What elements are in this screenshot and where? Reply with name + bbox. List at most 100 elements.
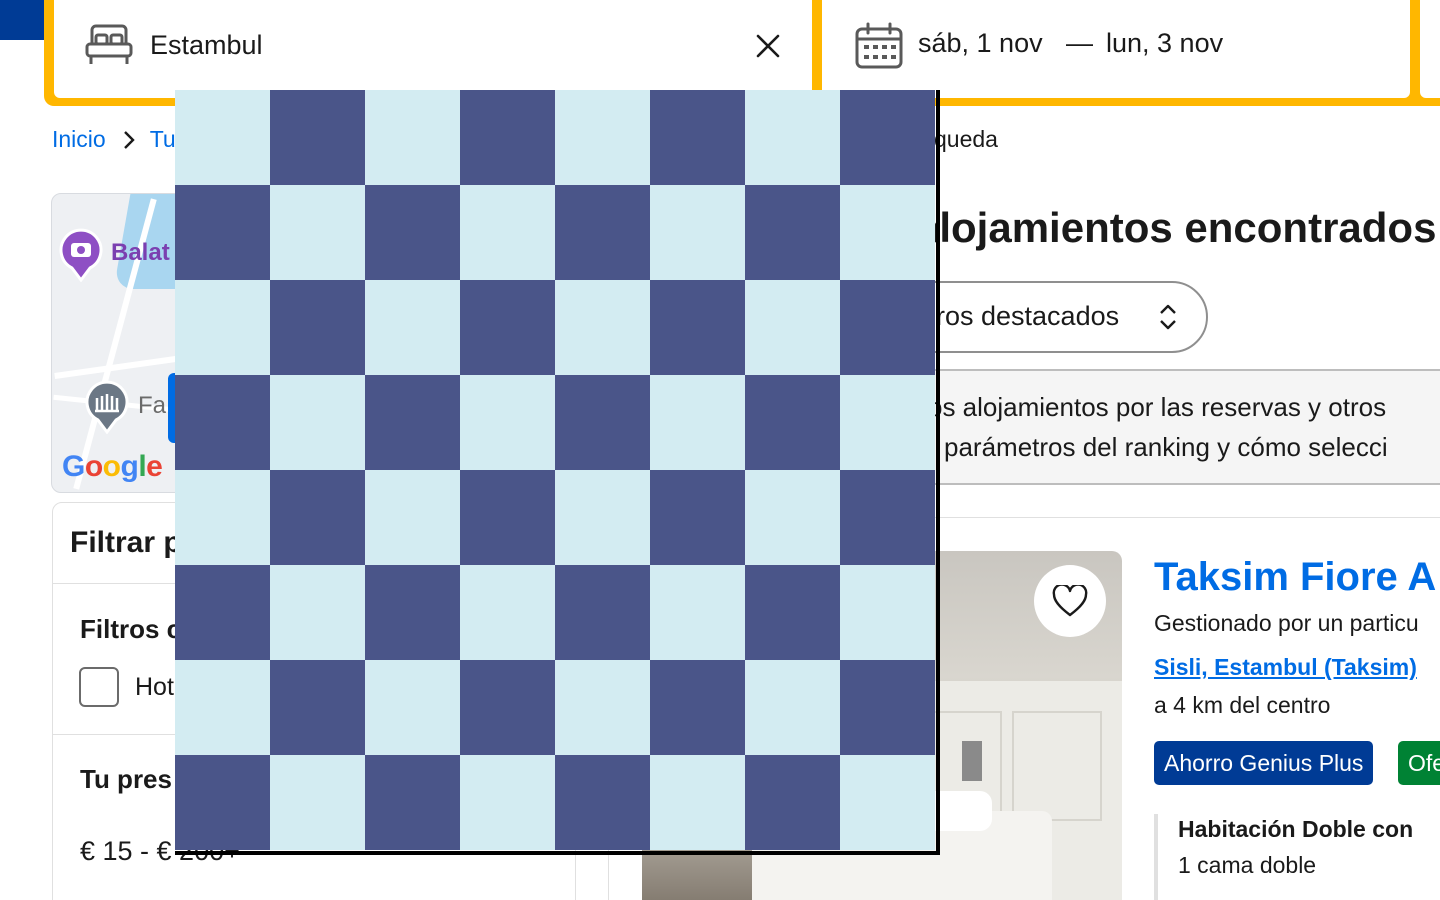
- breadcrumb-country[interactable]: Tu: [150, 126, 176, 153]
- calendar-icon: [855, 22, 903, 69]
- checker-square: [840, 470, 935, 565]
- checker-square: [555, 90, 650, 185]
- destination-value: Estambul: [150, 30, 263, 60]
- divider: [900, 517, 1440, 518]
- checker-square: [650, 565, 745, 660]
- checkin-date: sáb, 1 nov: [918, 28, 1043, 58]
- heart-icon: [1052, 585, 1088, 617]
- ranking-notice: [900, 369, 1440, 485]
- sort-arrows-icon: [1160, 304, 1176, 330]
- bed-icon: [85, 24, 133, 64]
- checker-square: [270, 375, 365, 470]
- checker-square: [175, 185, 270, 280]
- checker-square: [650, 470, 745, 565]
- checker-square: [555, 660, 650, 755]
- filter-checkbox[interactable]: [79, 667, 119, 707]
- checker-square: [365, 755, 460, 850]
- filters-title: Filtrar p: [70, 526, 182, 559]
- checker-square: [365, 280, 460, 375]
- checker-square: [270, 565, 365, 660]
- checker-square: [175, 280, 270, 375]
- filter-option-label[interactable]: Hot: [135, 673, 174, 702]
- checker-square: [555, 755, 650, 850]
- save-favorite-button[interactable]: [1034, 565, 1106, 637]
- checker-square: [745, 375, 840, 470]
- checkout-date: lun, 3 nov: [1106, 28, 1224, 58]
- checker-square: [745, 660, 840, 755]
- checker-square: [175, 755, 270, 850]
- checker-square: [745, 565, 840, 660]
- checker-square: [840, 280, 935, 375]
- offer-badge: Ofe: [1398, 741, 1440, 785]
- checker-square: [555, 280, 650, 375]
- checker-square: [460, 280, 555, 375]
- checker-square: [460, 660, 555, 755]
- checker-square: [745, 470, 840, 565]
- checker-square: [840, 90, 935, 185]
- checker-square: [175, 470, 270, 565]
- dates-field[interactable]: sáb, 1 nov — lun, 3 nov: [822, 0, 1410, 98]
- checker-square: [650, 185, 745, 280]
- checker-square: [650, 280, 745, 375]
- booking-results-page: Estambul sáb, 1 nov — lun, 3 nov Inicio …: [0, 0, 1440, 900]
- checker-square: [460, 755, 555, 850]
- checker-square: [365, 470, 460, 565]
- checker-square: [365, 660, 460, 755]
- checker-square: [365, 90, 460, 185]
- map-label-balat: Balat: [111, 239, 170, 266]
- notice-text-line2[interactable]: parámetros del ranking y cómo selecci: [944, 432, 1388, 463]
- budget-title: Tu pres: [80, 764, 172, 794]
- camera-pin-icon[interactable]: [58, 228, 104, 282]
- breadcrumb-home[interactable]: Inicio: [52, 126, 106, 153]
- checker-square: [650, 375, 745, 470]
- checker-square: [650, 90, 745, 185]
- header-strip: [0, 0, 46, 40]
- checker-square: [270, 185, 365, 280]
- google-logo: Google: [62, 450, 163, 483]
- destination-field[interactable]: Estambul: [54, 0, 812, 98]
- filter-group-title: Filtros c: [80, 614, 182, 644]
- checker-square: [555, 375, 650, 470]
- checker-square: [745, 185, 840, 280]
- checker-square: [365, 185, 460, 280]
- property-location-link[interactable]: Sisli, Estambul (Taksim): [1154, 654, 1417, 681]
- checker-square: [270, 280, 365, 375]
- notice-text-line1: os alojamientos por las reservas y otros: [928, 392, 1387, 422]
- checker-square: [555, 565, 650, 660]
- breadcrumb-current: queda: [934, 126, 998, 152]
- results-heading: alojamientos encontrados: [916, 204, 1437, 251]
- checker-square: [840, 185, 935, 280]
- sort-label[interactable]: ros destacados: [936, 301, 1119, 332]
- checker-square: [460, 375, 555, 470]
- checker-square: [365, 565, 460, 660]
- property-distance: a 4 km del centro: [1154, 692, 1331, 718]
- checker-square: [650, 660, 745, 755]
- close-icon[interactable]: [754, 32, 782, 60]
- checker-square: [840, 755, 935, 850]
- checker-square: [175, 565, 270, 660]
- checker-square: [270, 660, 365, 755]
- checker-square: [460, 185, 555, 280]
- room-name: Habitación Doble con: [1178, 816, 1414, 842]
- checker-square: [745, 755, 840, 850]
- checker-square: [365, 375, 460, 470]
- property-title-link[interactable]: Taksim Fiore A: [1154, 555, 1436, 600]
- checker-square: [270, 755, 365, 850]
- checker-square: [555, 185, 650, 280]
- checker-square: [270, 90, 365, 185]
- landmark-pin-icon[interactable]: [84, 380, 130, 434]
- chevron-right-icon: [123, 130, 135, 149]
- checker-square: [460, 90, 555, 185]
- checker-square: [840, 660, 935, 755]
- checker-square: [840, 375, 935, 470]
- checkerboard-overlay: [175, 90, 940, 855]
- date-separator: —: [1066, 28, 1093, 58]
- checker-square: [745, 280, 840, 375]
- guests-field[interactable]: [1420, 0, 1440, 98]
- room-bed-info: 1 cama doble: [1178, 852, 1317, 878]
- room-accent-bar: [1154, 814, 1158, 900]
- map-label-fa: Fa: [138, 392, 167, 419]
- checker-square: [175, 375, 270, 470]
- checker-square: [745, 90, 840, 185]
- checker-square: [175, 660, 270, 755]
